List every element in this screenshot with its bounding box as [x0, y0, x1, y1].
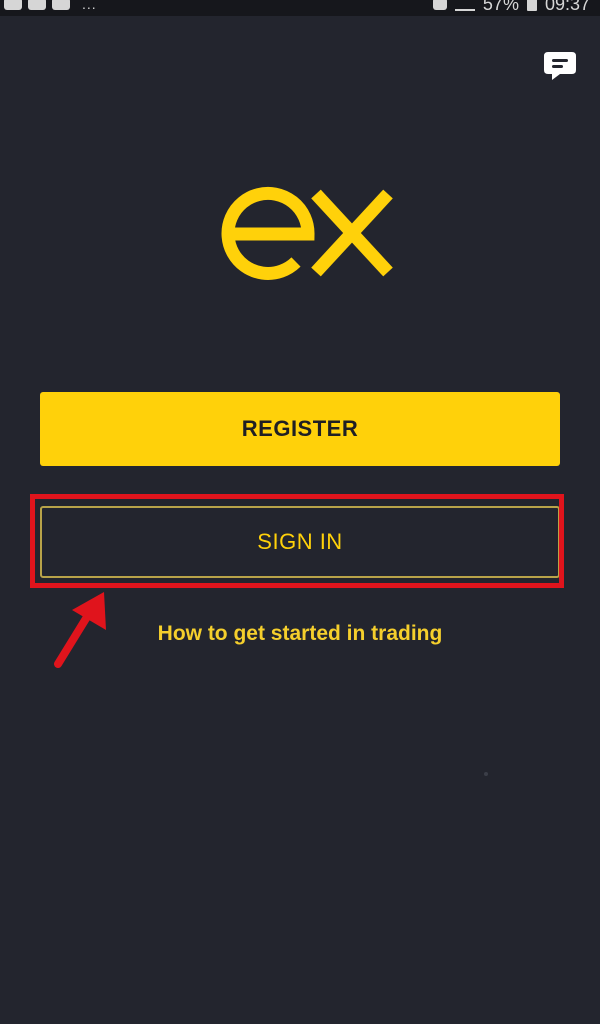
alarm-icon — [432, 0, 447, 10]
status-bar-system: 57% 09:37 — [432, 0, 590, 14]
register-button[interactable]: REGISTER — [40, 392, 560, 466]
battery-percent: 57% — [482, 0, 519, 14]
notification-messenger-icon — [52, 0, 70, 10]
status-bar: ... 57% 09:37 — [0, 0, 600, 16]
notification-gallery-icon — [4, 0, 22, 10]
app-screen: ... 57% 09:37 REGISTER SIGN IN How to ge… — [0, 0, 600, 1024]
battery-icon — [526, 0, 537, 11]
more-notifications-dots: ... — [82, 0, 97, 12]
ex-logo — [221, 186, 393, 280]
clock: 09:37 — [544, 0, 590, 14]
chat-bubble-icon[interactable] — [542, 48, 578, 84]
status-bar-notifications: ... — [4, 0, 97, 11]
signal-icon — [454, 0, 475, 11]
background-speck — [484, 772, 488, 776]
sign-in-button[interactable]: SIGN IN — [40, 506, 560, 578]
get-started-link[interactable]: How to get started in trading — [0, 622, 600, 646]
notification-app-icon — [28, 0, 46, 10]
